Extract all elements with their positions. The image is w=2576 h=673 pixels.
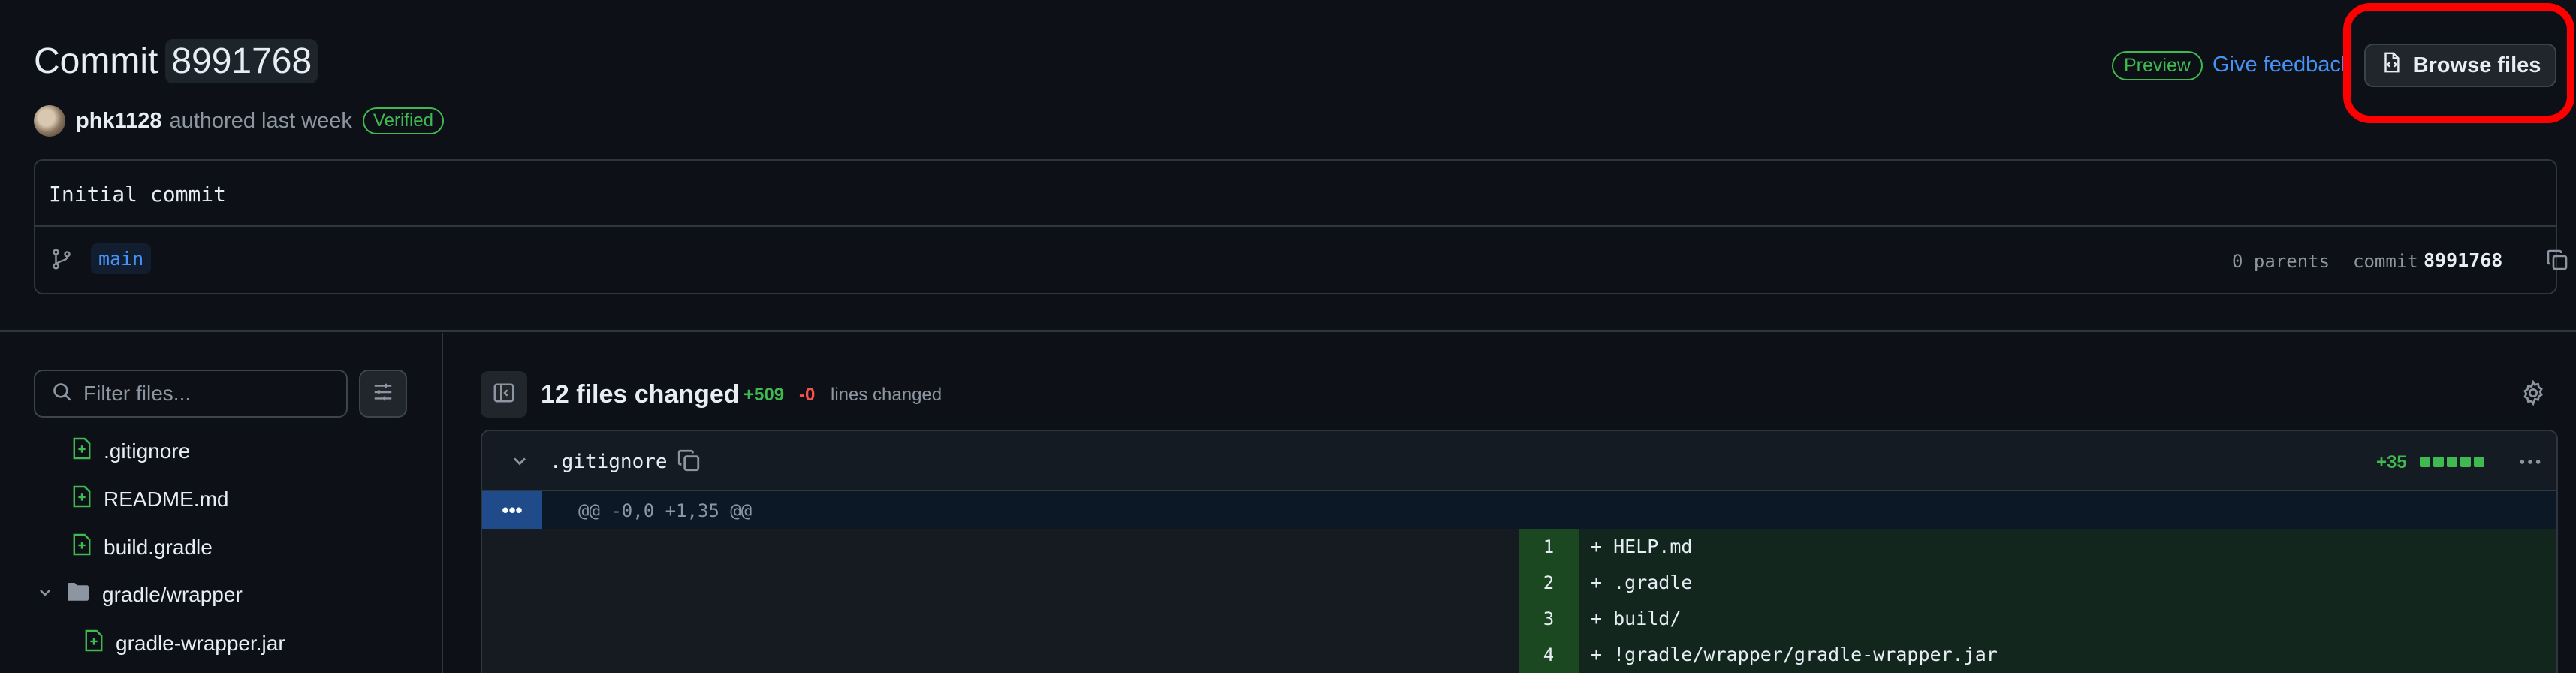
lines-changed-label: lines changed [831,385,943,405]
file-additions-count: +35 [2376,452,2407,472]
deletions-count: -0 [799,385,816,405]
hunk-header-row: ••• @@ -0,0 +1,35 @@ [482,491,2556,529]
file-added-icon [84,629,104,657]
code-line: + build/ [1579,601,2556,637]
code-line: + !gradle/wrapper/gradle-wrapper.jar [1579,637,2556,673]
title-prefix: Commit [34,41,158,81]
tree-item-label: .gitignore [104,439,191,463]
diff-left-empty [482,529,1519,673]
commit-sha: 8991768 [2424,249,2503,271]
avatar[interactable] [34,105,65,137]
tree-item-readme[interactable]: README.md [72,485,228,513]
line-number[interactable]: 1 [1519,529,1579,565]
tree-item-gitignore[interactable]: .gitignore [72,437,190,465]
tree-item-label: README.md [104,487,229,511]
toggle-file-tree-button[interactable] [481,371,527,418]
filter-files-input[interactable] [83,382,339,406]
branch-icon [50,248,73,274]
parents-count: 0 parents [2232,251,2330,272]
authored-text: authored last week [169,108,352,133]
sliders-icon [372,381,394,407]
tree-item-build-gradle[interactable]: build.gradle [72,533,213,561]
additions-count: +509 [744,385,785,405]
copy-icon[interactable] [2545,248,2569,276]
preview-badge: Preview [2112,51,2203,80]
line-number[interactable]: 3 [1519,601,1579,637]
verified-badge[interactable]: Verified [362,107,444,134]
diffstat-block [2460,457,2471,467]
file-added-icon [72,437,92,465]
author-row: phk1128 authored last week Verified [34,105,444,137]
tree-item-gradle-wrapper-jar[interactable]: gradle-wrapper.jar [84,629,285,657]
commit-message: Initial commit [49,182,227,207]
diffstat-bar [2420,457,2484,467]
file-name[interactable]: .gitignore [550,451,668,473]
commit-label: commit [2353,251,2418,272]
file-code-icon [2380,51,2403,80]
file-added-icon [72,533,92,561]
branch-label[interactable]: main [91,243,152,274]
sidebar-toggle-icon [493,382,515,408]
title-sha[interactable]: 8991768 [165,39,318,83]
browse-files-button[interactable]: Browse files [2364,44,2556,87]
expand-hunk-button[interactable]: ••• [482,491,542,529]
tree-item-label: gradle/wrapper [102,582,243,606]
filter-files-field[interactable] [34,370,348,418]
line-number[interactable]: 4 [1519,637,1579,673]
filter-options-button[interactable] [359,370,407,418]
search-icon [52,382,73,406]
hunk-header: @@ -0,0 +1,35 @@ [578,500,753,521]
folder-icon [66,581,90,608]
tree-item-label: gradle-wrapper.jar [116,631,285,655]
gear-icon[interactable] [2520,379,2546,409]
author-link[interactable]: phk1128 [76,109,161,134]
code-line: + HELP.md [1579,529,2556,565]
file-diff-header: .gitignore +35 [482,431,2556,491]
line-number[interactable]: 2 [1519,565,1579,601]
file-added-icon [72,485,92,513]
kebab-icon[interactable] [2517,449,2543,478]
tree-item-label: build.gradle [104,535,213,559]
divider [35,225,2556,227]
file-tree-panel: .gitignore README.md build.gradle gradle… [0,333,443,673]
diffstat-block [2474,457,2484,467]
copy-icon[interactable] [676,448,701,477]
diffstat-block [2420,457,2430,467]
browse-files-label: Browse files [2412,53,2541,77]
commit-message-box: Initial commit main 0 parents commit 899… [34,159,2568,294]
tree-item-gradle-wrapper[interactable]: gradle/wrapper [36,581,243,608]
page-title: Commit 8991768 [34,39,318,83]
chevron-down-icon[interactable] [509,451,530,475]
file-diff: .gitignore +35 ••• @@ -0,0 +1,35 @@ 1 + … [481,430,2558,673]
give-feedback-link[interactable]: Give feedback [2213,53,2351,77]
code-line: + .gradle [1579,565,2556,601]
diffstat-block [2447,457,2457,467]
chevron-down-icon[interactable] [36,583,54,607]
files-changed-count: 12 files changed [541,380,740,409]
commit-header: Commit 8991768 phk1128 authored last wee… [0,0,2576,332]
diffstat-block [2433,457,2444,467]
